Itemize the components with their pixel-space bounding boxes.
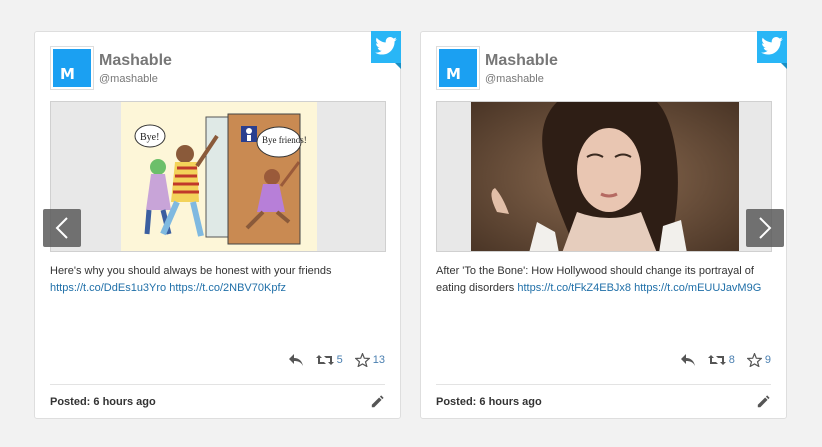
avatar-letter: M <box>60 65 75 83</box>
carousel-next-button[interactable] <box>746 209 784 247</box>
retweet-button[interactable]: 5 <box>315 354 343 366</box>
retweet-button[interactable]: 8 <box>707 354 735 366</box>
account-name[interactable]: Mashable <box>485 52 558 70</box>
reply-icon <box>680 354 695 366</box>
avatar[interactable]: M <box>50 46 94 90</box>
star-icon <box>354 353 370 367</box>
tweet-text: After 'To the Bone': How Hollywood shoul… <box>436 263 776 297</box>
retweet-icon <box>707 355 726 365</box>
pencil-icon <box>757 395 770 408</box>
reply-button[interactable] <box>288 353 304 367</box>
reply-icon <box>288 354 303 366</box>
posted-time: Posted: 6 hours ago <box>50 396 156 408</box>
avatar-letter: M <box>446 65 461 83</box>
chevron-left-icon <box>55 217 68 239</box>
speech-bubble-2: Bye friends! <box>262 135 307 145</box>
retweet-count: 5 <box>336 354 343 366</box>
reply-button[interactable] <box>680 353 696 367</box>
pencil-icon <box>371 395 384 408</box>
carousel-prev-button[interactable] <box>43 209 81 247</box>
tweet-link[interactable]: https://t.co/DdEs1u3Yro <box>50 282 166 294</box>
account-handle[interactable]: @mashable <box>485 73 544 85</box>
twitter-icon <box>371 31 401 69</box>
like-count: 13 <box>372 354 385 366</box>
like-button[interactable]: 13 <box>354 353 385 367</box>
twitter-icon <box>757 31 787 69</box>
edit-button[interactable] <box>371 395 384 413</box>
divider <box>50 384 385 385</box>
tweet-media-image[interactable] <box>436 101 772 252</box>
tweet-actions: 5 13 <box>276 351 385 369</box>
tweet-link[interactable]: https://t.co/tFkZ4EBJx8 <box>517 282 631 294</box>
like-count: 9 <box>764 354 771 366</box>
tweet-media-image[interactable]: Bye! Bye friends! <box>50 101 386 252</box>
star-icon <box>746 353 762 367</box>
speech-bubble-1: Bye! <box>140 132 159 143</box>
chevron-right-icon <box>759 217 772 239</box>
divider <box>436 384 771 385</box>
retweet-icon <box>315 355 334 365</box>
posted-time: Posted: 6 hours ago <box>436 396 542 408</box>
tweet-link[interactable]: https://t.co/mEUUJavM9G <box>634 282 761 294</box>
account-name[interactable]: Mashable <box>99 52 172 70</box>
avatar[interactable]: M <box>436 46 480 90</box>
like-button[interactable]: 9 <box>746 353 771 367</box>
retweet-count: 8 <box>728 354 735 366</box>
tweet-body: Here's why you should always be honest w… <box>50 265 332 277</box>
account-handle[interactable]: @mashable <box>99 73 158 85</box>
tweet-actions: 8 9 <box>668 351 771 369</box>
tweet-card: M Mashable @mashable After 'To the Bone'… <box>420 31 787 419</box>
tweet-link[interactable]: https://t.co/2NBV70Kpfz <box>169 282 286 294</box>
edit-button[interactable] <box>757 395 770 413</box>
tweet-card: M Mashable @mashable Bye! Bye friends! H… <box>34 31 401 419</box>
tweet-text: Here's why you should always be honest w… <box>50 263 390 297</box>
